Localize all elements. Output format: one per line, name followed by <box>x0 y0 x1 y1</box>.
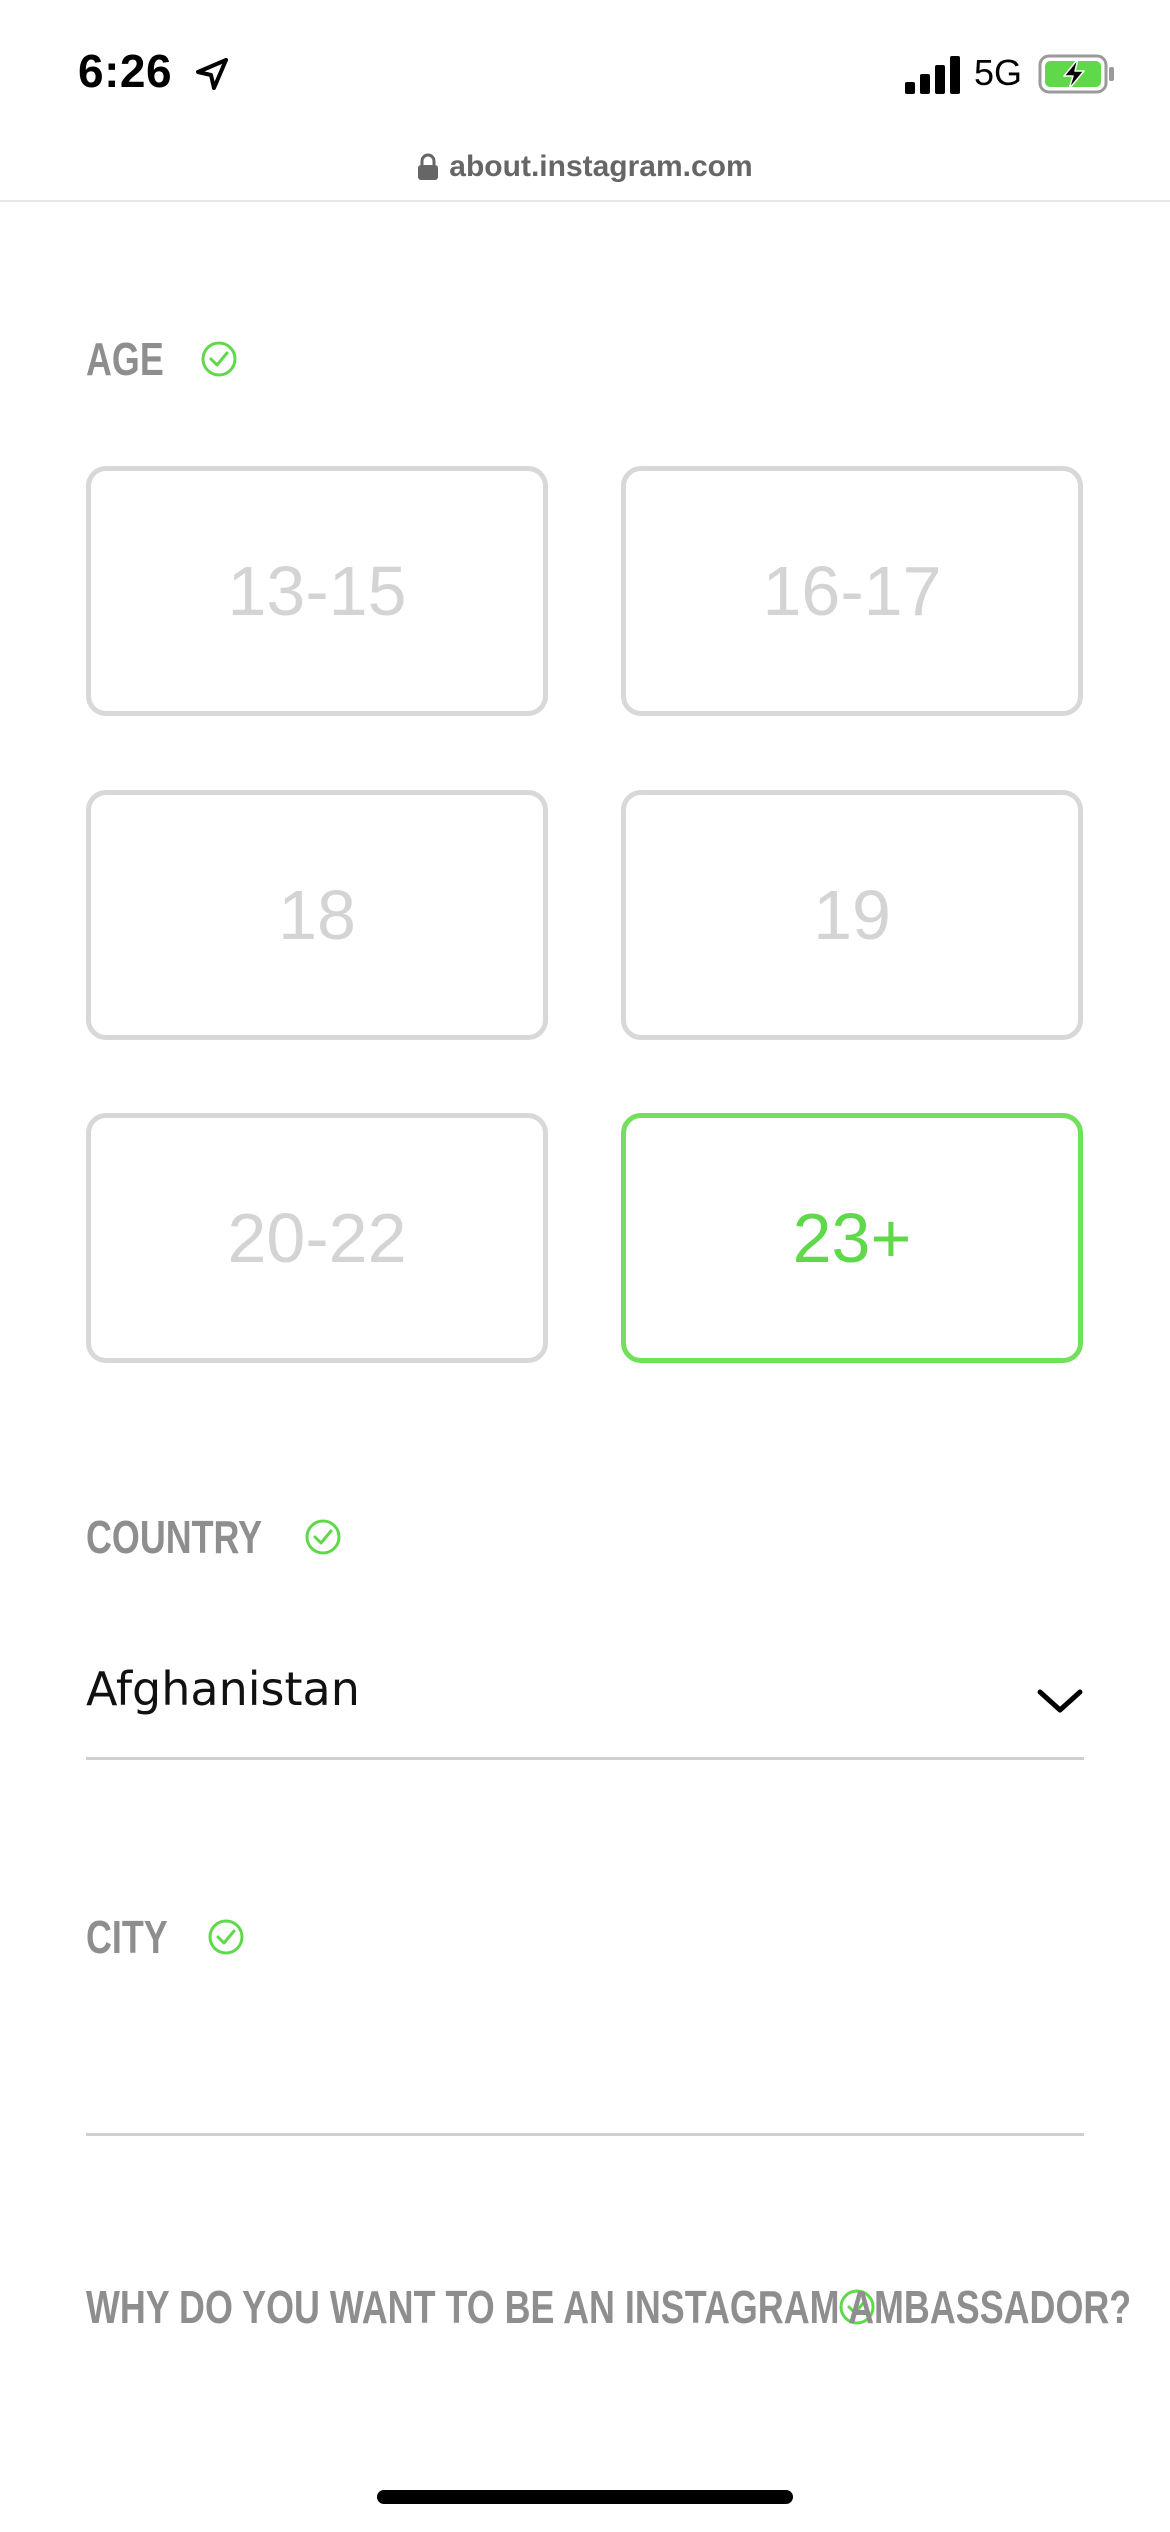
check-circle-icon <box>208 1919 244 1955</box>
age-option-19[interactable]: 19 <box>621 790 1083 1040</box>
url-bar-divider <box>0 200 1170 202</box>
url-bar[interactable]: about.instagram.com <box>0 140 1170 202</box>
age-option-label: 23+ <box>792 1199 912 1277</box>
chevron-down-icon <box>1037 1689 1083 1713</box>
age-option-label: 20-22 <box>227 1199 407 1277</box>
country-label: COUNTRY <box>86 1510 342 1564</box>
age-option-20-22[interactable]: 20-22 <box>86 1113 548 1363</box>
why-label: WHY DO YOU WANT TO BE AN INSTAGRAM AMBAS… <box>86 2280 1132 2334</box>
age-option-16-17[interactable]: 16-17 <box>621 466 1083 716</box>
country-label-text: COUNTRY <box>86 1511 263 1563</box>
why-label-text: WHY DO YOU WANT TO BE AN INSTAGRAM AMBAS… <box>86 2281 1132 2333</box>
country-select-value: Afghanistan <box>86 1662 360 1716</box>
battery-charging-icon <box>1038 54 1114 94</box>
url-text: about.instagram.com <box>449 150 753 183</box>
location-arrow-icon <box>196 58 228 90</box>
status-bar: 6:26 5G <box>0 0 1170 140</box>
city-input[interactable] <box>86 2040 1084 2136</box>
check-circle-icon <box>201 341 237 377</box>
age-option-18[interactable]: 18 <box>86 790 548 1040</box>
network-type: 5G <box>974 52 1023 93</box>
age-label: AGE <box>86 332 238 386</box>
country-select[interactable]: Afghanistan <box>86 1650 1084 1760</box>
home-indicator[interactable] <box>377 2490 793 2504</box>
city-label-text: CITY <box>86 1911 168 1963</box>
lock-icon <box>418 153 439 180</box>
city-label: CITY <box>86 1910 245 1964</box>
age-option-label: 16-17 <box>762 552 942 630</box>
status-time: 6:26 <box>78 45 173 97</box>
check-circle-icon <box>305 1519 341 1555</box>
age-option-13-15[interactable]: 13-15 <box>86 466 548 716</box>
age-option-label: 13-15 <box>227 552 407 630</box>
age-option-23-plus[interactable]: 23+ <box>621 1113 1083 1363</box>
cellular-signal-icon <box>905 56 960 94</box>
age-option-label: 19 <box>813 876 891 954</box>
age-option-label: 18 <box>278 876 356 954</box>
age-label-text: AGE <box>86 333 164 385</box>
